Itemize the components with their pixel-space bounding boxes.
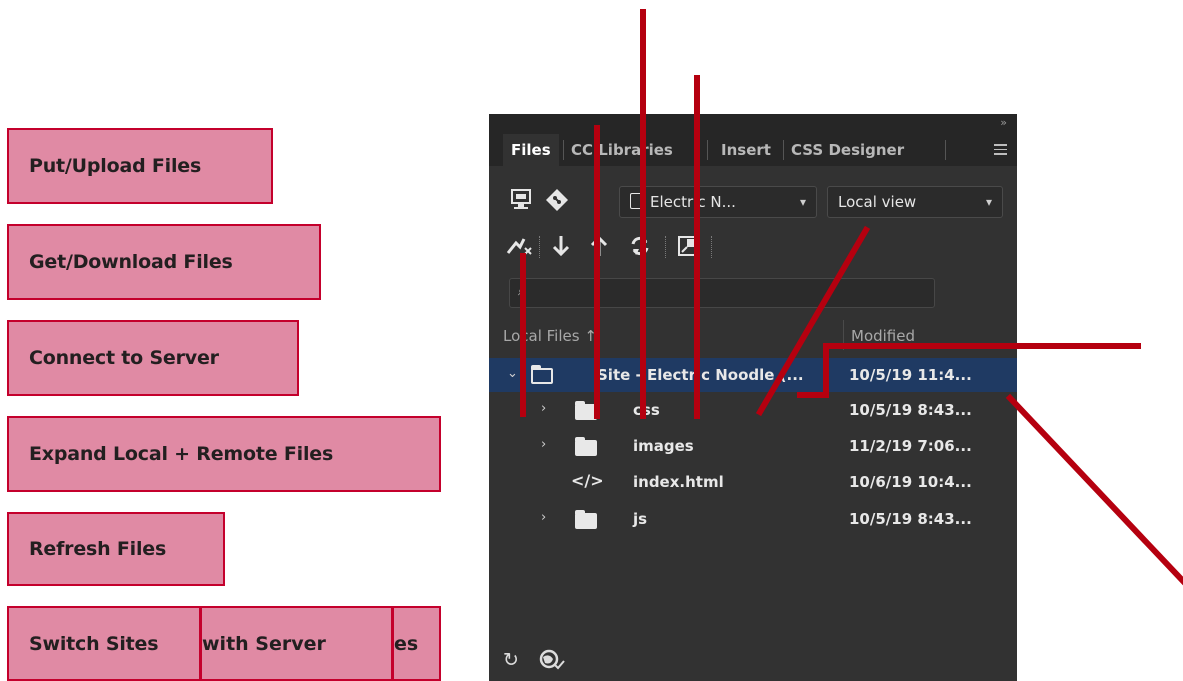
view-select-value: Local view xyxy=(838,193,917,211)
file-column-headers: Local Files ↑ Modified xyxy=(489,320,1017,350)
callout-sync-tail: es xyxy=(392,606,441,681)
tab-separator xyxy=(563,140,564,160)
sync-icon[interactable] xyxy=(629,234,651,263)
toolbar-divider xyxy=(711,236,712,258)
callout-switch-sites: Switch Sites xyxy=(7,606,201,681)
site-select-dropdown[interactable]: Electric N... ▾ xyxy=(619,186,817,218)
site-select-value: Electric N... xyxy=(650,193,736,211)
tree-row-file[interactable]: </> index.html 10/6/19 10:4... xyxy=(489,465,1017,499)
tree-row-site[interactable]: ⌄ Site - Electric Noodle (... 10/5/19 11… xyxy=(489,358,1017,392)
panel-top-strip: » xyxy=(489,114,1017,134)
column-local-files[interactable]: Local Files ↑ xyxy=(503,327,597,345)
files-panel: » Files CC Libraries Insert CSS Designer… xyxy=(489,114,1017,681)
row-name: js xyxy=(633,510,648,528)
row-modified: 10/6/19 10:4... xyxy=(849,473,972,491)
chevron-right-icon[interactable]: › xyxy=(541,401,546,416)
callout-put-upload-files: Put/Upload Files xyxy=(7,128,273,204)
panel-tab-bar: Files CC Libraries Insert CSS Designer xyxy=(489,134,1017,166)
callout-label: with Server xyxy=(202,632,326,655)
tree-row-folder[interactable]: › js 10/5/19 8:43... xyxy=(489,502,1017,536)
panel-menu-icon[interactable] xyxy=(994,144,1007,158)
chevron-right-icon[interactable]: › xyxy=(541,437,546,452)
callout-label: Put/Upload Files xyxy=(29,155,202,177)
toolbar-divider xyxy=(665,236,666,258)
row-name: Site - Electric Noodle (... xyxy=(597,366,804,384)
callout-label: Connect to Server xyxy=(29,347,219,369)
view-select-dropdown[interactable]: Local view ▾ xyxy=(827,186,1003,218)
row-modified: 10/5/19 8:43... xyxy=(849,510,972,528)
folder-icon xyxy=(575,401,597,420)
tab-separator xyxy=(945,140,946,160)
tree-row-folder[interactable]: › css 10/5/19 8:43... xyxy=(489,393,1017,427)
tab-css-designer[interactable]: CSS Designer xyxy=(791,134,904,166)
tab-cc-libraries[interactable]: CC Libraries xyxy=(571,134,673,166)
chevron-down-icon: ▾ xyxy=(799,195,806,209)
tree-row-folder[interactable]: › images 11/2/19 7:06... xyxy=(489,429,1017,463)
get-download-icon[interactable] xyxy=(551,234,571,263)
collapse-panel-icon[interactable]: » xyxy=(1000,116,1007,129)
callout-label: Get/Download Files xyxy=(29,251,233,273)
callout-get-download-files: Get/Download Files xyxy=(7,224,321,300)
row-name: index.html xyxy=(633,473,724,491)
git-icon[interactable] xyxy=(545,188,569,217)
tab-insert[interactable]: Insert xyxy=(721,134,771,166)
put-upload-icon[interactable] xyxy=(589,234,609,263)
callout-label: Refresh Files xyxy=(29,538,167,560)
refresh-icon[interactable]: ↻ xyxy=(503,649,519,671)
row-name: css xyxy=(633,401,660,419)
site-setup-icon[interactable] xyxy=(509,188,533,217)
expand-panel-icon[interactable] xyxy=(677,234,699,263)
code-file-icon: </> xyxy=(571,471,604,490)
callout-label: es xyxy=(394,632,419,655)
search-icon: ⌕ xyxy=(518,283,526,299)
row-modified: 11/2/19 7:06... xyxy=(849,437,972,455)
tab-separator xyxy=(783,140,784,160)
chevron-right-icon[interactable]: › xyxy=(541,510,546,525)
folder-open-icon xyxy=(531,365,553,384)
chevron-down-icon: ▾ xyxy=(985,195,992,209)
callout-expand-files: Expand Local + Remote Files xyxy=(7,416,441,492)
connect-server-icon[interactable] xyxy=(505,234,533,263)
tab-separator xyxy=(707,140,708,160)
globe-check-icon[interactable] xyxy=(539,649,565,676)
folder-icon xyxy=(575,510,597,529)
file-search-input[interactable]: ⌕ xyxy=(509,278,935,308)
folder-icon xyxy=(575,437,597,456)
callout-label: Expand Local + Remote Files xyxy=(29,443,334,465)
toolbar-divider xyxy=(539,236,540,258)
row-modified: 10/5/19 11:4... xyxy=(849,366,972,384)
site-icon xyxy=(630,193,644,209)
callout-connect-to-server: Connect to Server xyxy=(7,320,299,396)
column-divider[interactable] xyxy=(843,320,844,350)
row-name: images xyxy=(633,437,694,455)
column-modified[interactable]: Modified xyxy=(851,327,915,345)
tab-files[interactable]: Files xyxy=(503,134,559,166)
panel-bottom-bar: ↻ xyxy=(489,641,1017,681)
callout-sync-with-server: with Server xyxy=(200,606,393,681)
callout-label: Switch Sites xyxy=(29,632,159,655)
row-modified: 10/5/19 8:43... xyxy=(849,401,972,419)
leader-line-refresh xyxy=(1005,393,1183,586)
callout-refresh-files: Refresh Files xyxy=(7,512,225,586)
chevron-down-icon[interactable]: ⌄ xyxy=(507,366,518,381)
